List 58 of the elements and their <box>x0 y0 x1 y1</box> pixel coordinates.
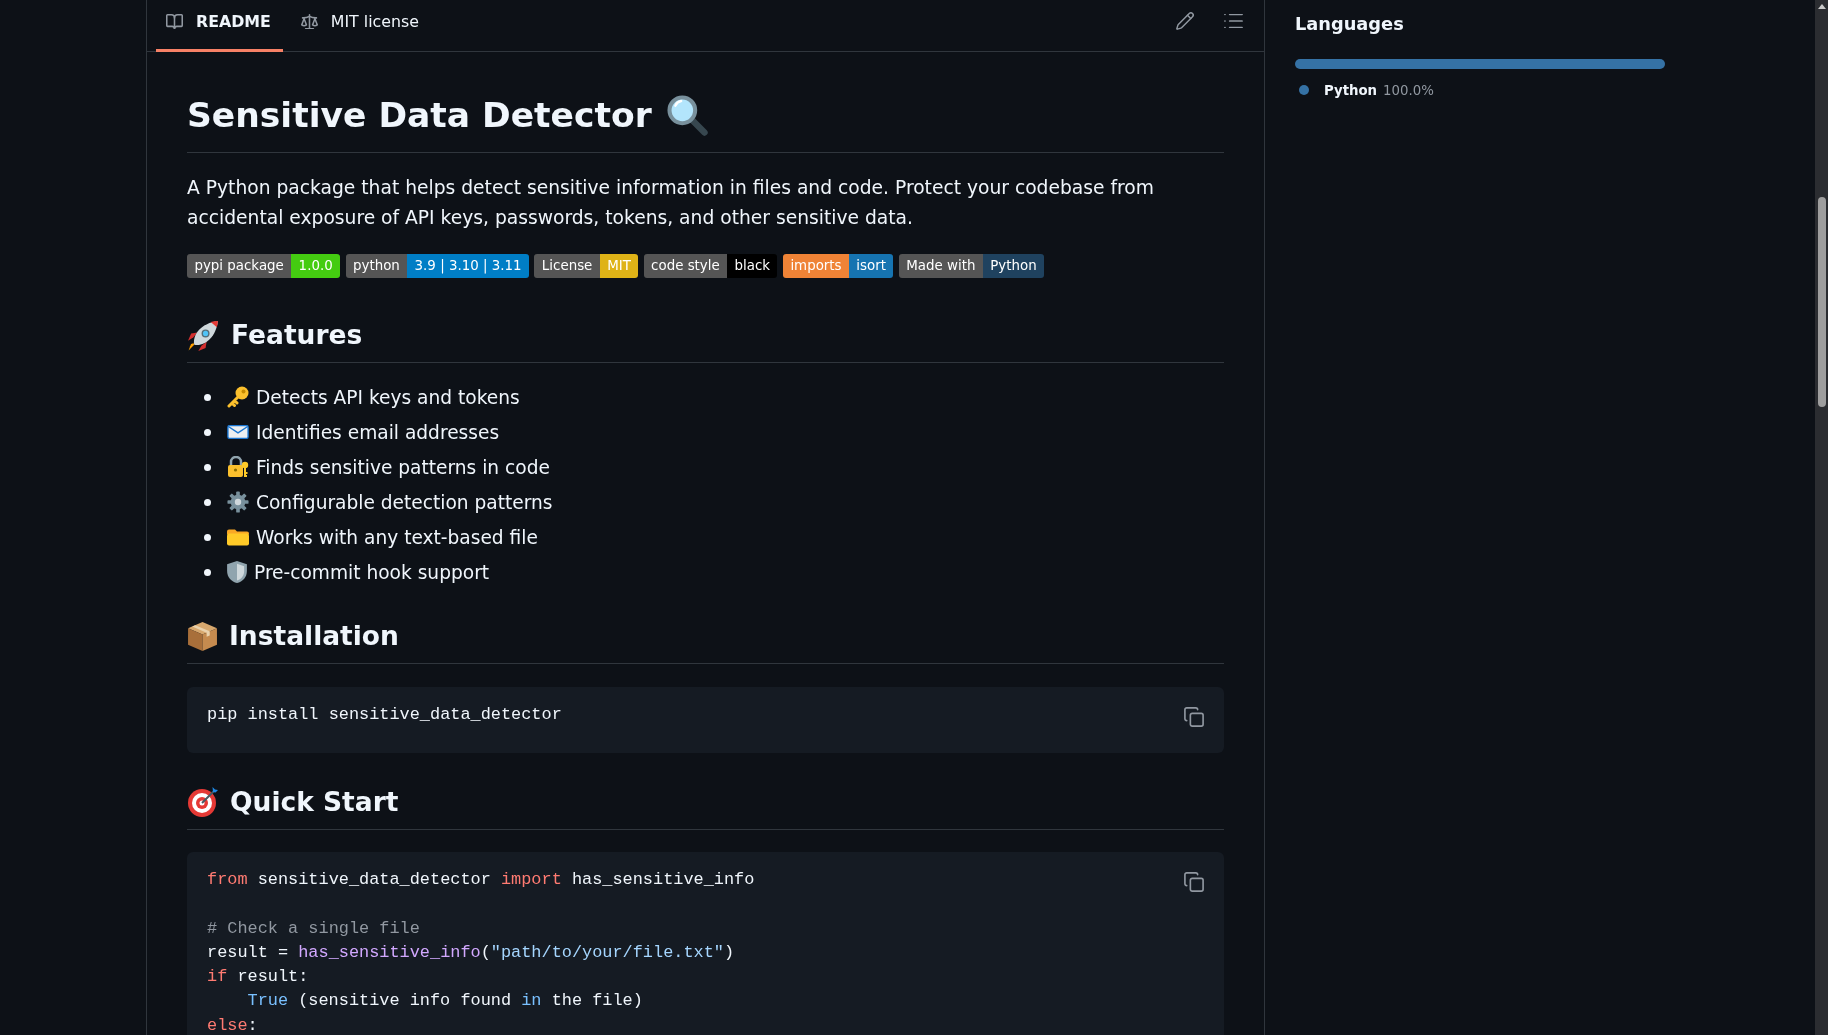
badge-label[interactable]: License <box>534 254 600 278</box>
badge-value[interactable]: black <box>727 254 778 278</box>
cardboard-box-icon <box>187 620 218 652</box>
key-icon <box>227 386 249 408</box>
badge-value[interactable]: isort <box>848 254 894 278</box>
code-line: pip install sensitive_data_detector <box>207 703 562 726</box>
section-heading: Installation <box>229 619 399 653</box>
feature-text: Configurable detection patterns <box>256 491 553 513</box>
lock-with-key-icon <box>227 456 249 478</box>
code-line: else: <box>207 1014 258 1035</box>
gear-icon <box>227 491 249 513</box>
languages-heading: Languages <box>1295 12 1404 36</box>
language-percent: 100.0% <box>1383 82 1434 98</box>
code-line: # Check a single file <box>207 917 420 940</box>
scrollbar-thumb[interactable] <box>1817 197 1826 407</box>
bullet-icon <box>204 568 211 576</box>
pencil-icon <box>1176 12 1194 30</box>
section-heading: Quick Start <box>230 784 399 819</box>
badge-label[interactable]: code style <box>643 254 728 278</box>
copy-button[interactable] <box>1181 869 1207 895</box>
badge-label[interactable]: python <box>345 254 408 278</box>
badge-value[interactable]: Python <box>982 254 1045 278</box>
shield-icon <box>227 561 247 583</box>
bullet-icon <box>204 533 211 541</box>
scroll-up-arrow-icon[interactable] <box>1817 4 1826 9</box>
tab[interactable]: MIT license <box>290 0 431 52</box>
feature-text: Works with any text-based file <box>256 526 538 548</box>
folder-icon <box>227 528 249 546</box>
rocket-icon <box>187 318 220 352</box>
bullet-icon <box>204 428 211 436</box>
bullet-icon <box>204 393 211 401</box>
language-name[interactable]: Python <box>1324 82 1378 98</box>
section-heading: Features <box>231 318 363 352</box>
badge-label[interactable]: Made with <box>898 254 983 278</box>
magnifier-icon <box>665 94 708 136</box>
copy-icon <box>1184 706 1204 727</box>
code-line: True (sensitive info found in the file) <box>247 990 643 1013</box>
copy-icon <box>1184 872 1204 892</box>
readme-intro: A Python package that helps detect sensitive information in files and code. Protect your codebase from accidental exposure of API keys, passwords, tokens, and other sensitive data. <box>187 176 1155 230</box>
list-icon <box>1223 14 1243 28</box>
feature-text: Detects API keys and tokens <box>256 386 520 408</box>
code-line: from sensitive_data_detector import has_sensitive_info <box>207 869 755 891</box>
code-line: if result: <box>207 966 309 989</box>
target-icon <box>187 785 219 818</box>
badge-value[interactable]: 3.9 | 3.10 | 3.11 <box>407 254 529 278</box>
code-line: result = has_sensitive_info("path/to/your/file.txt") <box>207 941 735 964</box>
scale-icon <box>300 13 318 30</box>
feature-text: Identifies email addresses <box>256 421 500 443</box>
book-icon <box>166 13 183 30</box>
badge-label[interactable]: pypi package <box>187 254 292 278</box>
readme-title: Sensitive Data Detector <box>187 94 652 137</box>
envelope-icon <box>227 424 249 440</box>
bullet-icon <box>204 463 211 471</box>
tab[interactable]: README <box>156 0 283 52</box>
bullet-icon <box>204 498 211 506</box>
feature-text: Pre-commit hook support <box>254 561 490 583</box>
feature-text: Finds sensitive patterns in code <box>256 456 550 478</box>
scrollbar[interactable] <box>1815 0 1828 1035</box>
